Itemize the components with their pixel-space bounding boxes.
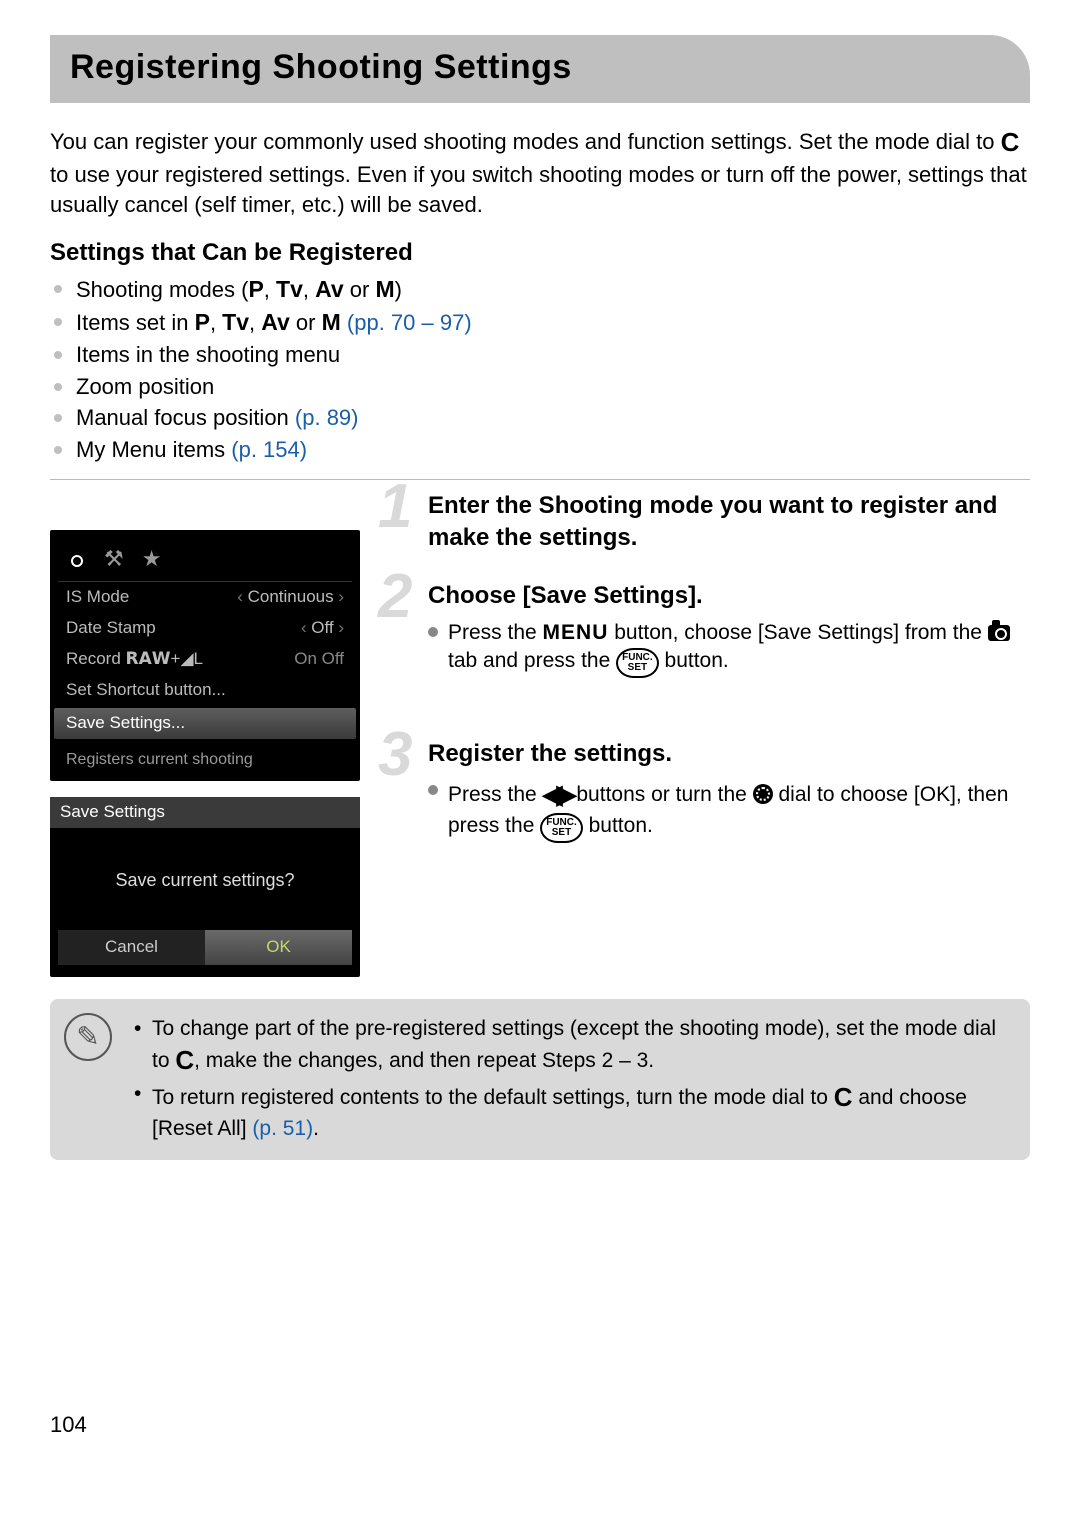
left-right-arrows-icon: ◀▶ xyxy=(543,779,571,809)
list-item: My Menu items (p. 154) xyxy=(50,435,1030,465)
step-1: 1 Enter the Shooting mode you want to re… xyxy=(384,490,1030,555)
menu-row: Set Shortcut button... xyxy=(58,675,352,706)
list-item: Manual focus position (p. 89) xyxy=(50,403,1030,433)
menu-row: Record 𝗥𝗔𝗪+◢LOn Off xyxy=(58,644,352,675)
control-dial-icon xyxy=(753,784,773,804)
mode-c-icon: C xyxy=(1001,125,1020,160)
menu-row: Date StampOff xyxy=(58,613,352,644)
list-item: Items in the shooting menu xyxy=(50,340,1030,370)
step-heading: Choose [Save Settings]. xyxy=(428,580,1030,612)
note-pencil-icon: ✎ xyxy=(64,1013,112,1061)
step-number: 1 xyxy=(378,476,412,538)
mode-c-icon: C xyxy=(834,1080,853,1115)
tab-camera-icon xyxy=(64,544,86,574)
func-set-icon: FUNC.SET xyxy=(540,813,583,843)
menu-row: IS ModeContinuous xyxy=(58,582,352,613)
page-title-bar: Registering Shooting Settings xyxy=(50,35,1030,103)
step-2: 2 Choose [Save Settings]. Press the MENU… xyxy=(384,580,1030,678)
divider xyxy=(50,479,1030,480)
menu-hint: Registers current shooting xyxy=(58,741,352,771)
step-number: 3 xyxy=(378,724,412,786)
lcd-screenshot-menu: ⚒ ★ IS ModeContinuous Date StampOff Reco… xyxy=(50,530,360,781)
note-item: To change part of the pre-registered set… xyxy=(134,1015,1014,1078)
mode-c-icon: C xyxy=(175,1043,194,1078)
intro-paragraph: You can register your commonly used shoo… xyxy=(50,125,1030,219)
intro-text-1: You can register your commonly used shoo… xyxy=(50,129,1001,154)
settings-list: Shooting modes (P, Tv, Av or M) Items se… xyxy=(50,274,1030,465)
step-heading: Enter the Shooting mode you want to regi… xyxy=(428,490,1030,555)
lcd-screenshot-dialog: Save Settings Save current settings? Can… xyxy=(50,797,360,977)
page-number: 104 xyxy=(50,1410,1030,1440)
step-heading: Register the settings. xyxy=(428,738,1030,770)
step-body: Press the ◀▶ buttons or turn the dial to… xyxy=(448,777,1030,843)
note-item: To return registered contents to the def… xyxy=(134,1080,1014,1143)
menu-row-selected: Save Settings... xyxy=(54,708,356,739)
list-item: Zoom position xyxy=(50,372,1030,402)
settings-subhead: Settings that Can be Registered xyxy=(50,237,1030,269)
step-body: Press the MENU button, choose [Save Sett… xyxy=(448,619,1030,678)
note-box: ✎ To change part of the pre-registered s… xyxy=(50,999,1030,1160)
page-ref[interactable]: (pp. 70 – 97) xyxy=(347,310,472,335)
tab-star-icon: ★ xyxy=(142,544,162,574)
bullet-icon xyxy=(428,627,438,637)
dialog-cancel: Cancel xyxy=(58,930,205,965)
tab-tools-icon: ⚒ xyxy=(104,544,124,574)
list-item: Shooting modes (P, Tv, Av or M) xyxy=(50,274,1030,305)
page-ref[interactable]: (p. 89) xyxy=(295,405,359,430)
page-title: Registering Shooting Settings xyxy=(70,45,1010,91)
bullet-icon xyxy=(428,785,438,795)
page-ref[interactable]: (p. 154) xyxy=(231,437,307,462)
page-ref[interactable]: (p. 51) xyxy=(252,1117,313,1140)
intro-text-2: to use your registered settings. Even if… xyxy=(50,162,1027,217)
camera-tab-icon xyxy=(988,625,1010,641)
dialog-question: Save current settings? xyxy=(58,828,352,930)
list-item: Items set in P, Tv, Av or M (pp. 70 – 97… xyxy=(50,307,1030,338)
step-number: 2 xyxy=(378,566,412,628)
menu-button-label: MENU xyxy=(543,621,609,644)
dialog-header: Save Settings xyxy=(50,797,360,828)
func-set-icon: FUNC.SET xyxy=(616,648,659,678)
dialog-ok: OK xyxy=(205,930,352,965)
step-3: 3 Register the settings. Press the ◀▶ bu… xyxy=(384,738,1030,842)
